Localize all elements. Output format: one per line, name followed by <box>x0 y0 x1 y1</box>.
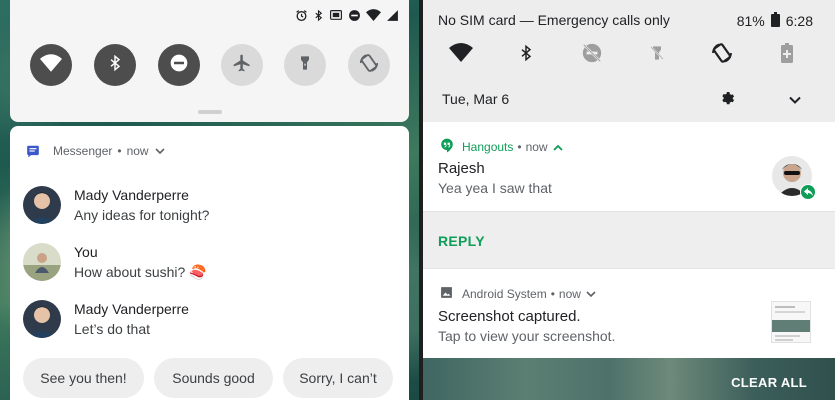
notification-time: now <box>126 144 149 158</box>
notification-time: now <box>525 140 548 154</box>
notification-shade-right: No SIM card — Emergency calls only 81% 6… <box>423 0 835 400</box>
message-item: Mady Vanderperre Any ideas for tonight? <box>10 182 409 230</box>
quick-settings-row <box>10 44 409 88</box>
wifi-icon <box>449 43 473 67</box>
airplane-mode-toggle[interactable] <box>221 44 263 86</box>
flashlight-toggle[interactable] <box>284 44 326 86</box>
android-system-notification[interactable]: Android System • now Screenshot captured… <box>423 268 835 358</box>
bluetooth-icon <box>107 53 123 78</box>
wifi-toggle[interactable] <box>447 41 475 69</box>
flashlight-toggle[interactable] <box>643 41 671 69</box>
dnd-icon <box>348 9 361 22</box>
message-sender: You <box>74 244 98 260</box>
dnd-icon <box>169 53 189 78</box>
notification-time: now <box>558 287 581 301</box>
app-name: Messenger <box>53 144 113 158</box>
notification-shade-left: Messenger • now Mady Vanderperre Any ide… <box>0 0 419 400</box>
bluetooth-icon <box>518 43 534 68</box>
separator: • <box>117 144 122 158</box>
screenshot-thumbnail <box>771 301 811 343</box>
wifi-icon <box>366 9 381 21</box>
auto-rotate-toggle[interactable] <box>348 44 390 86</box>
chevron-down-icon[interactable] <box>789 92 801 110</box>
notification-text: Tap to view your screenshot. <box>438 328 616 344</box>
flashlight-off-icon <box>649 42 665 69</box>
avatar <box>23 300 61 338</box>
alarm-icon <box>295 9 308 22</box>
bluetooth-icon <box>313 9 324 22</box>
drag-handle[interactable] <box>198 110 222 114</box>
chevron-down-icon[interactable] <box>586 287 596 301</box>
app-name: Android System <box>462 287 547 301</box>
notification-title: Screenshot captured. <box>438 308 581 325</box>
message-text: Let’s do that <box>74 321 151 337</box>
smart-reply-sounds-good[interactable]: Sounds good <box>154 358 273 398</box>
quick-settings-header: No SIM card — Emergency calls only 81% 6… <box>423 0 835 122</box>
auto-rotate-icon <box>358 52 380 79</box>
date-label: Tue, Mar 6 <box>442 91 510 107</box>
wifi-icon <box>40 53 62 77</box>
messenger-notification[interactable]: Messenger • now Mady Vanderperre Any ide… <box>10 126 409 400</box>
battery-icon <box>770 12 780 30</box>
carrier-status: No SIM card — Emergency calls only <box>438 12 670 28</box>
signal-icon <box>386 9 399 22</box>
do-not-disturb-toggle[interactable] <box>158 44 200 86</box>
message-text: Any ideas for tonight? <box>74 207 210 223</box>
notification-text: Yea yea I saw that <box>438 180 552 196</box>
notification-header: Messenger • now <box>26 144 165 158</box>
bluetooth-toggle[interactable] <box>512 41 540 69</box>
auto-rotate-icon <box>710 41 734 70</box>
status-right: 81% 6:28 <box>737 12 813 30</box>
battery-saver-toggle[interactable] <box>773 41 801 69</box>
separator: • <box>517 140 522 154</box>
airplane-icon <box>232 53 252 78</box>
battery-percent: 81% <box>736 13 765 29</box>
app-name: Hangouts <box>462 140 514 154</box>
avatar <box>23 186 61 224</box>
wifi-toggle[interactable] <box>30 44 72 86</box>
status-bar-icons <box>295 7 399 23</box>
do-not-disturb-toggle[interactable] <box>578 41 606 69</box>
auto-rotate-toggle[interactable] <box>708 41 736 69</box>
battery-saver-icon <box>781 42 793 68</box>
hangouts-notification[interactable]: Hangouts • now Rajesh Yea yea I saw that <box>423 122 835 212</box>
avatar <box>23 243 61 281</box>
chevron-up-icon[interactable] <box>552 140 563 154</box>
separator: • <box>550 287 555 301</box>
smart-reply-sorry[interactable]: Sorry, I can’t <box>283 358 393 398</box>
clear-all-button[interactable]: CLEAR ALL <box>731 375 807 390</box>
reply-button[interactable]: REPLY <box>438 233 485 249</box>
image-icon <box>440 286 453 302</box>
message-sender: Mady Vanderperre <box>74 187 189 203</box>
clock: 6:28 <box>785 13 813 29</box>
quick-settings-panel <box>10 0 409 122</box>
gear-icon[interactable] <box>720 90 735 110</box>
reply-badge-icon <box>800 184 816 200</box>
message-item: You How about sushi? 🍣 <box>10 239 409 287</box>
messenger-icon <box>26 144 40 158</box>
message-sender: Mady Vanderperre <box>74 301 189 317</box>
smart-reply-see-you-then[interactable]: See you then! <box>23 358 144 398</box>
bluetooth-toggle[interactable] <box>94 44 136 86</box>
hangouts-actions: REPLY <box>423 212 835 268</box>
dnd-off-icon <box>581 42 603 69</box>
chevron-down-icon[interactable] <box>155 144 165 158</box>
message-item: Mady Vanderperre Let’s do that <box>10 296 409 344</box>
notification-header: Hangouts • now <box>440 138 563 156</box>
notification-header: Android System • now <box>440 286 596 302</box>
hangouts-icon <box>440 138 454 156</box>
message-text: How about sushi? 🍣 <box>74 264 207 280</box>
wallpaper-footer: CLEAR ALL <box>423 358 835 400</box>
notification-title: Rajesh <box>438 160 485 177</box>
cast-icon <box>329 9 343 22</box>
flashlight-icon <box>297 53 313 78</box>
